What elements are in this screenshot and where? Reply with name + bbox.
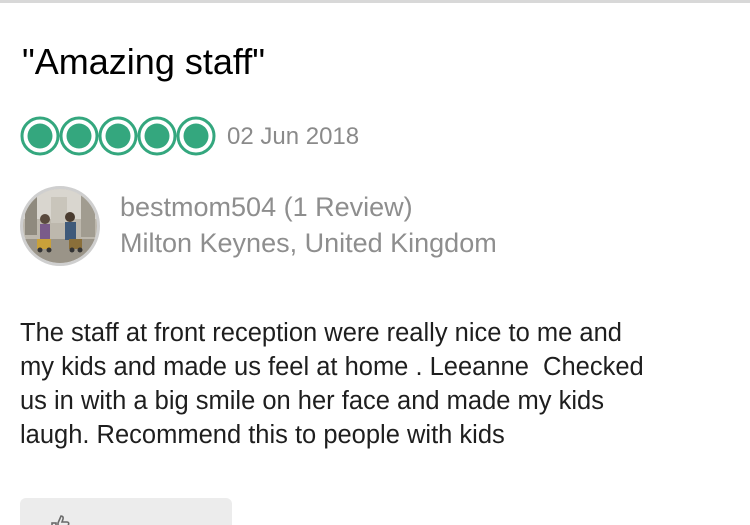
review-body-line: laugh. Recommend this to people with kid… bbox=[20, 421, 505, 449]
review-body: The staff at front reception were really… bbox=[20, 316, 735, 452]
user-photo-avatar-icon bbox=[23, 189, 97, 263]
reviewer-username[interactable]: bestmom504 (1 Review) bbox=[120, 190, 413, 224]
thumbs-up-icon bbox=[51, 515, 70, 525]
review-date: 02 Jun 2018 bbox=[227, 123, 360, 150]
top-divider bbox=[0, 0, 750, 3]
rating-bubble-icon bbox=[98, 116, 138, 156]
helpful-vote-button[interactable] bbox=[20, 498, 232, 525]
rating-bubbles bbox=[20, 116, 216, 156]
rating-bubble-icon bbox=[137, 116, 177, 156]
rating-bubble-icon bbox=[59, 116, 99, 156]
review-body-line: my kids and made us feel at home . Leean… bbox=[20, 353, 644, 381]
review-body-line: us in with a big smile on her face and m… bbox=[20, 387, 604, 415]
review-title: "Amazing staff" bbox=[22, 41, 265, 82]
rating-row: 02 Jun 2018 bbox=[20, 116, 359, 156]
reviewer-location: Milton Keynes, United Kingdom bbox=[120, 228, 497, 258]
reviewer-avatar[interactable] bbox=[20, 186, 100, 266]
rating-bubble-icon bbox=[176, 116, 216, 156]
review-body-line: The staff at front reception were really… bbox=[20, 319, 622, 347]
review-page: "Amazing staff" 02 Jun 2018 bestmom504 (… bbox=[0, 0, 750, 525]
rating-bubble-icon bbox=[20, 116, 60, 156]
